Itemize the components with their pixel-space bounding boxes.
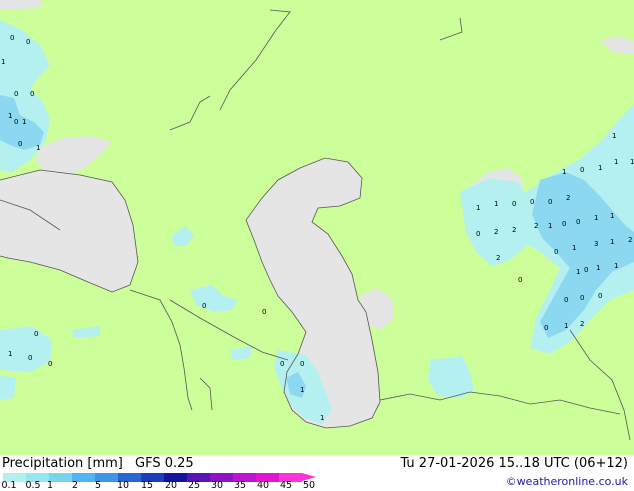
- precip-value-label: 1: [594, 214, 598, 222]
- precip-value-label: 2: [512, 226, 516, 234]
- model-name: GFS 0.25: [135, 456, 194, 471]
- precip-value-label: 1: [630, 158, 634, 166]
- precip-value-label: 0: [598, 292, 602, 300]
- precip-value-label: 0: [518, 276, 522, 284]
- precip-value-label: 0: [476, 230, 480, 238]
- precip-value-label: 1: [596, 264, 600, 272]
- precip-value-label: 0: [512, 200, 516, 208]
- precip-value-label: 0: [280, 360, 284, 368]
- precip-value-label: 1: [548, 222, 552, 230]
- precip-value-label: 1: [494, 200, 498, 208]
- precip-value-label: 0: [562, 220, 566, 228]
- precip-value-label: 1: [1, 58, 5, 66]
- precip-value-label: 1: [36, 144, 40, 152]
- precip-value-label: 2: [566, 194, 570, 202]
- precip-value-label: 0: [580, 294, 584, 302]
- precip-value-label: 1: [612, 132, 616, 140]
- precip-value-label: 0: [576, 218, 580, 226]
- precip-value-label: 2: [494, 228, 498, 236]
- precip-value-label: 0: [548, 198, 552, 206]
- precip-value-label: 0: [202, 302, 206, 310]
- precip-value-label: 1: [562, 168, 566, 176]
- precip-value-label: 1: [610, 212, 614, 220]
- precip-value-label: 1: [572, 244, 576, 252]
- precip-value-label: 1: [8, 350, 12, 358]
- precip-value-label: 1: [564, 322, 568, 330]
- precip-value-label: 0: [48, 360, 52, 368]
- precip-value-label: 0: [30, 90, 34, 98]
- legend-title: Precipitation [mm]: [2, 456, 123, 471]
- precip-value-label: 1: [476, 204, 480, 212]
- precip-value-label: 3: [594, 240, 598, 248]
- precip-value-label: 1: [8, 112, 12, 120]
- map-canvas: 0 00 010 10 110001 00 0 011 0 11 112000111 0 0 1 10 2 2 2…: [0, 0, 634, 455]
- precip-value-label: 0: [564, 296, 568, 304]
- precip-value-label: 1: [614, 262, 618, 270]
- credit-link[interactable]: ©weatheronline.co.uk: [506, 475, 628, 489]
- precip-value-label: 1: [22, 118, 26, 126]
- precip-value-label: 1: [610, 238, 614, 246]
- precip-value-label: 0: [300, 360, 304, 368]
- precip-value-label: 0: [28, 354, 32, 362]
- precip-value-label: 1: [576, 268, 580, 276]
- precip-value-label: 0: [26, 38, 30, 46]
- precip-value-label: 2: [580, 320, 584, 328]
- precip-value-label: 0: [14, 118, 18, 126]
- precip-value-label: 0: [18, 140, 22, 148]
- precip-value-label: 0: [580, 166, 584, 174]
- precip-value-label: 0: [14, 90, 18, 98]
- precip-value-label: 1: [614, 158, 618, 166]
- validity-time: Tu 27-01-2026 15..18 UTC (06+12): [400, 456, 628, 471]
- precip-value-label: 2: [628, 236, 632, 244]
- precip-value-label: 1: [598, 164, 602, 172]
- precip-value-label: 2: [496, 254, 500, 262]
- precip-value-label: 1: [300, 386, 304, 394]
- precip-value-label: 1: [320, 414, 324, 422]
- precip-value-label: 0: [34, 330, 38, 338]
- precipitation-map: 0000101011000100001101111200011100110222…: [0, 0, 634, 455]
- precip-value-label: 0: [530, 198, 534, 206]
- precip-value-label: 0: [544, 324, 548, 332]
- precip-value-label: 0: [554, 248, 558, 256]
- precip-value-label: 2: [534, 222, 538, 230]
- precip-value-label: 0: [262, 308, 266, 316]
- precip-value-label: 0: [584, 266, 588, 274]
- precip-value-label: 0: [10, 34, 14, 42]
